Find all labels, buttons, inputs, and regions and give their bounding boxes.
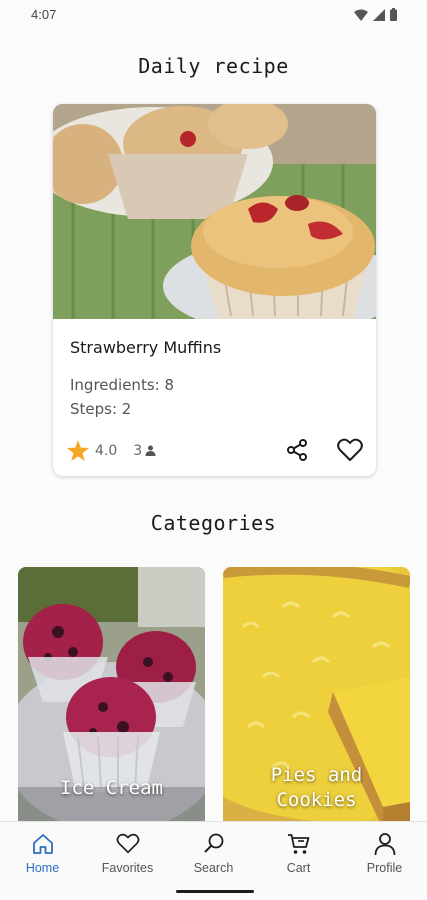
categories-title: Categories [150,511,277,535]
star-icon [67,440,89,461]
recipe-steps: Steps: 2 [70,400,132,418]
daily-recipe-card[interactable]: Strawberry Muffins Ingredients: 8 Steps:… [53,104,376,476]
recipe-ingredients: Ingredients: 8 [70,376,175,394]
category-card-ice-cream[interactable]: Ice Cream [18,567,205,829]
nav-label: Favorites [101,861,154,875]
signal-icon [373,8,385,21]
nav-label: Home [25,861,60,875]
nav-item-favorites[interactable]: Favorites [85,832,170,875]
status-time: 4:07 [31,7,57,22]
nav-item-search[interactable]: Search [171,832,256,875]
rating-row: 4.0 3 [67,440,156,461]
nav-item-cart[interactable]: Cart [256,832,341,875]
category-label: Ice Cream [60,777,163,799]
recipe-name: Strawberry Muffins [70,338,222,357]
nav-item-profile[interactable]: Profile [342,832,427,875]
status-bar: 4:07 [0,0,427,30]
share-icon[interactable] [285,438,309,462]
home-indicator[interactable] [176,890,254,893]
nav-item-home[interactable]: Home [0,832,85,875]
nav-label: Search [193,861,234,875]
nav-label: Cart [286,861,311,875]
wifi-icon [354,9,368,21]
favorite-heart-icon[interactable] [337,438,363,462]
daily-recipe-title: Daily recipe [138,54,289,78]
rating-value: 4.0 [95,442,118,459]
status-icons [354,8,397,21]
nav-label: Profile [366,861,403,875]
bottom-navigation: Home Favorites Search Cart Profile [0,821,427,900]
heart-icon [116,833,139,854]
home-icon [32,834,53,854]
category-label: Pies and Cookies [270,764,363,811]
person-icon [374,833,395,856]
category-card-pies-and-cookies[interactable]: Pies and Cookies [223,567,410,829]
muffin-photo [53,104,376,319]
cart-icon [287,834,309,854]
person-icon [145,445,156,456]
battery-icon [390,8,397,21]
review-count: 3 [133,442,143,459]
search-icon [203,833,223,853]
